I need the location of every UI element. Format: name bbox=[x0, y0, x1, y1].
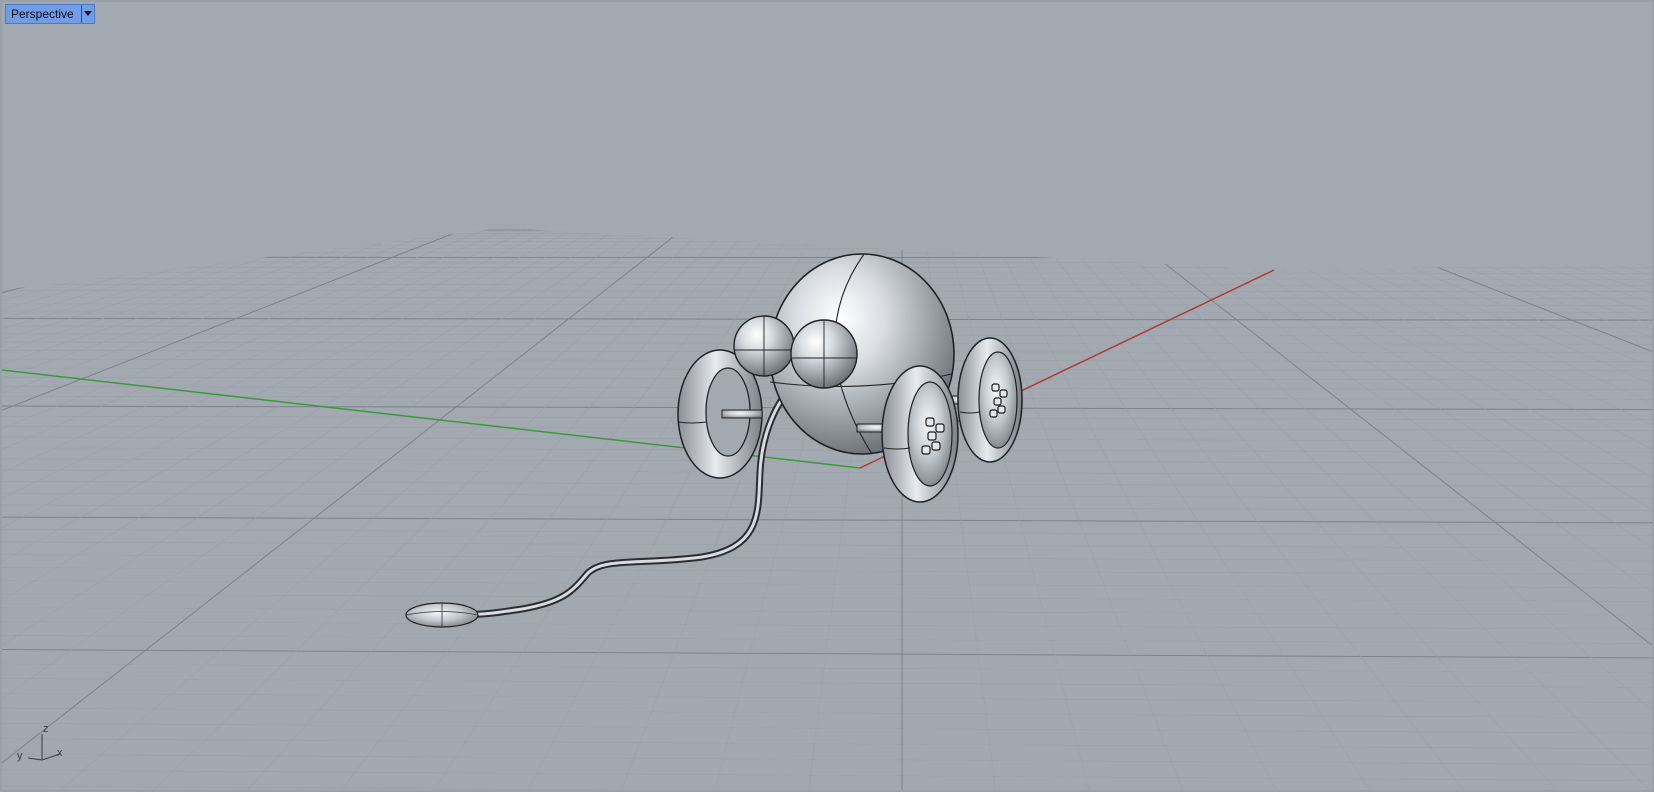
axis-orientation-widget: z y x bbox=[17, 723, 63, 762]
wheel-front-right bbox=[881, 365, 959, 503]
robot-eye-right bbox=[790, 319, 858, 389]
viewport-menu-dropdown[interactable] bbox=[80, 5, 94, 23]
triangle-down-icon bbox=[83, 11, 92, 16]
axis-z-label: z bbox=[43, 723, 49, 735]
viewport-title-label: Perspective bbox=[11, 7, 74, 21]
axis-x-label: x bbox=[57, 747, 63, 759]
perspective-viewport[interactable]: Perspective z y x bbox=[0, 0, 1654, 792]
wheel-rear-right bbox=[957, 337, 1023, 463]
axle-left bbox=[721, 409, 763, 419]
viewport-title-tab[interactable]: Perspective bbox=[5, 4, 95, 24]
robot-eye-left bbox=[733, 315, 795, 377]
remote-pod bbox=[405, 602, 479, 628]
scene-canvas[interactable]: z y x bbox=[2, 2, 1654, 792]
axis-y-label: y bbox=[17, 750, 23, 762]
